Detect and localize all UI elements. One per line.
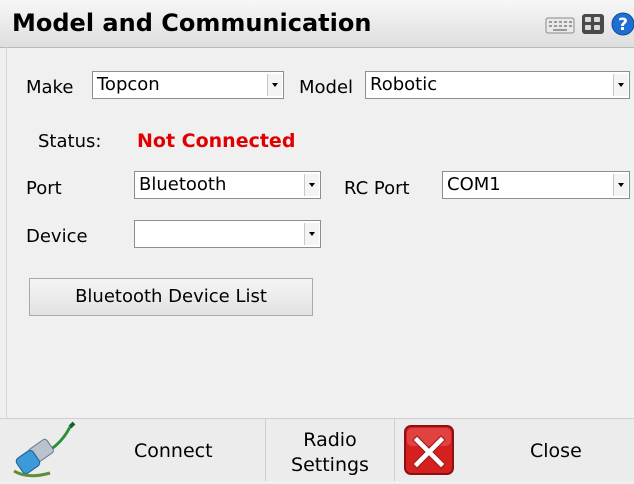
keyboard-icon[interactable] xyxy=(545,13,575,39)
device-select[interactable] xyxy=(134,220,321,248)
chevron-down-icon[interactable] xyxy=(304,174,319,196)
calculator-icon[interactable] xyxy=(581,13,605,39)
page-title: Model and Communication xyxy=(12,9,372,37)
make-select[interactable]: Topcon xyxy=(92,71,284,99)
make-select-value: Topcon xyxy=(97,74,160,95)
chevron-down-icon[interactable] xyxy=(304,223,319,245)
device-label: Device xyxy=(26,226,88,247)
left-border xyxy=(6,47,7,418)
radio-settings-label-line2: Settings xyxy=(291,454,369,476)
rc-port-select-value: COM1 xyxy=(447,174,501,195)
svg-text:?: ? xyxy=(618,15,628,35)
bluetooth-device-list-button[interactable]: Bluetooth Device List xyxy=(29,278,313,316)
chevron-down-icon[interactable] xyxy=(613,174,628,196)
model-select[interactable]: Robotic xyxy=(365,71,630,99)
title-bar: Model and Communication ? xyxy=(0,0,634,48)
connect-label: Connect xyxy=(134,440,213,462)
make-label: Make xyxy=(26,77,74,98)
rc-port-select[interactable]: COM1 xyxy=(442,171,630,199)
chevron-down-icon[interactable] xyxy=(267,74,282,96)
chevron-down-icon[interactable] xyxy=(613,74,628,96)
status-value: Not Connected xyxy=(137,130,296,152)
port-label: Port xyxy=(26,178,62,199)
port-select[interactable]: Bluetooth xyxy=(134,171,321,199)
rc-port-label: RC Port xyxy=(344,178,410,199)
connect-button[interactable]: Connect xyxy=(0,419,265,481)
radio-settings-label-line1: Radio xyxy=(303,429,357,451)
bottom-toolbar: Connect Radio Settings Close xyxy=(0,418,634,481)
port-select-value: Bluetooth xyxy=(139,174,227,195)
model-select-value: Robotic xyxy=(370,74,438,95)
status-label: Status: xyxy=(38,131,102,152)
connector-icon xyxy=(10,421,76,484)
close-button[interactable]: Close xyxy=(395,419,634,481)
close-label: Close xyxy=(530,440,582,462)
help-icon[interactable]: ? xyxy=(611,12,634,40)
radio-settings-button[interactable]: Radio Settings xyxy=(266,419,394,481)
model-label: Model xyxy=(299,77,354,98)
close-icon xyxy=(403,424,455,481)
